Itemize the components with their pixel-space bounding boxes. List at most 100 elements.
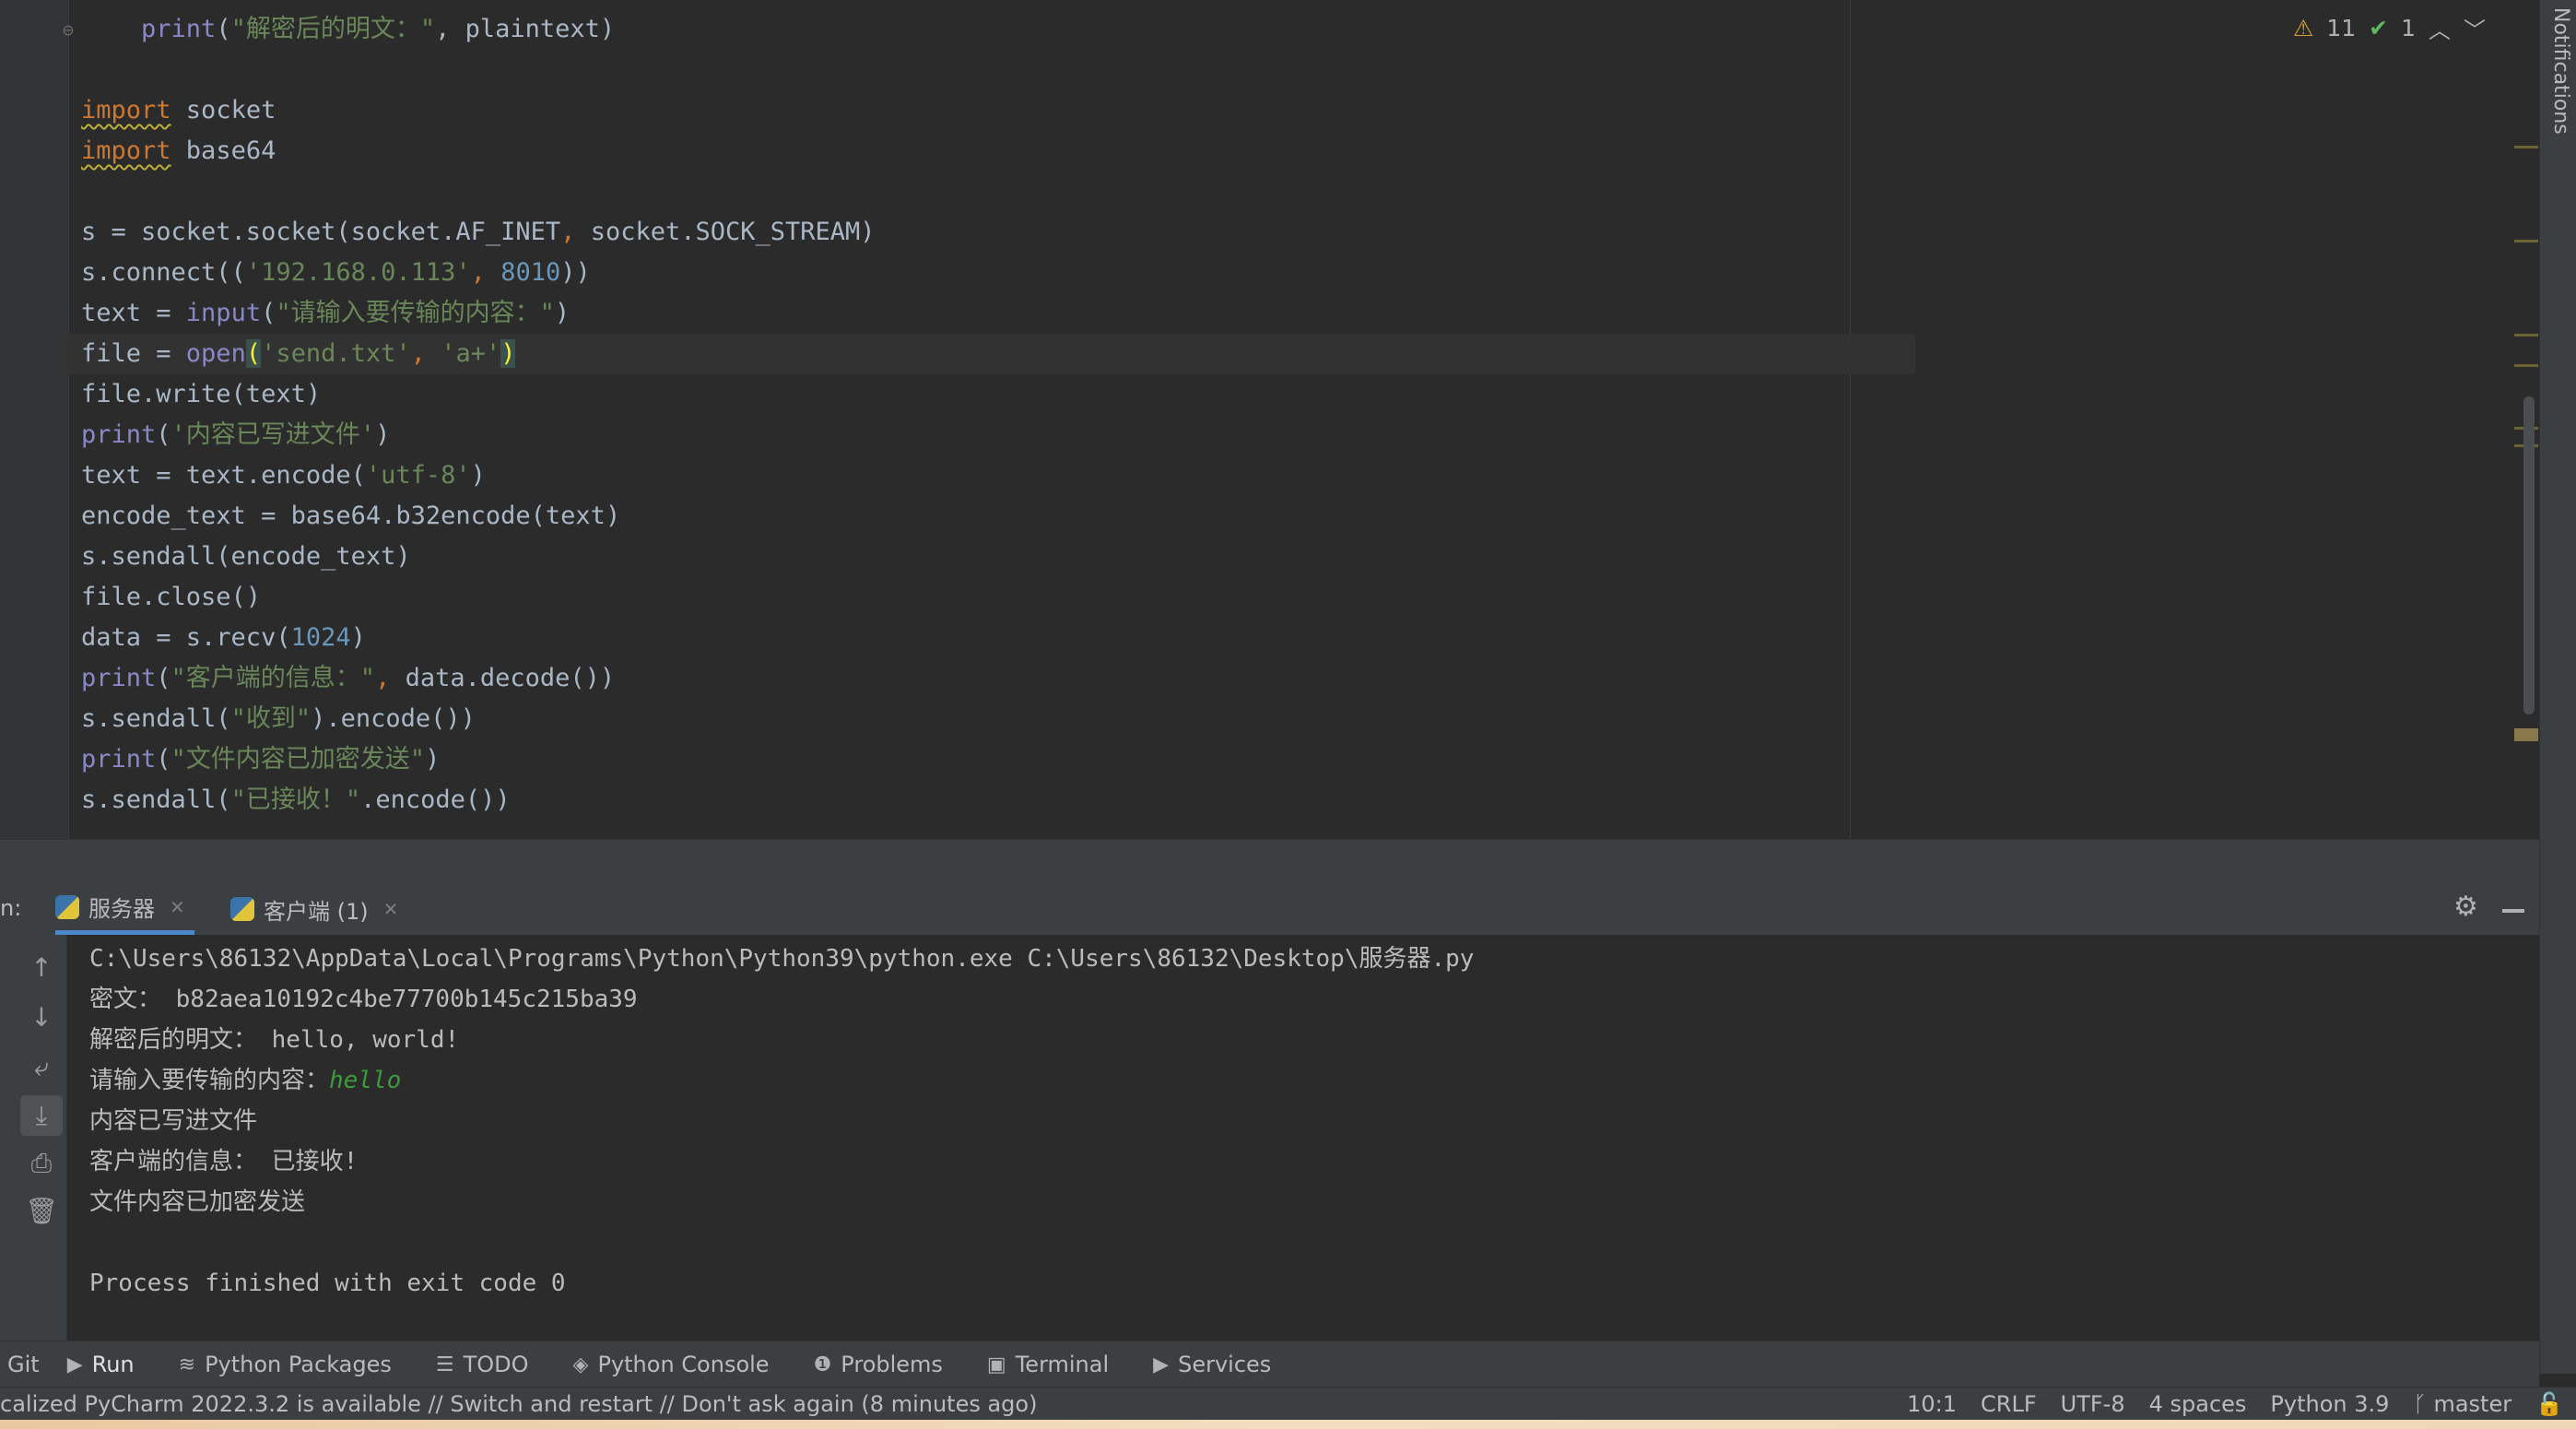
console-line: 内容已写进文件 [89, 1107, 258, 1135]
code-line[interactable]: encode_text = base64.b32encode(text) [81, 496, 1915, 537]
python-console-icon: ◈ [572, 1352, 589, 1376]
tool-label: Terminal [1015, 1352, 1110, 1377]
gear-icon[interactable]: ⚙ [2453, 891, 2478, 923]
code-line[interactable]: file.write(text) [81, 374, 1915, 415]
arrow-down-icon[interactable]: ↓ [20, 998, 63, 1038]
tool-label: Services [1178, 1352, 1272, 1377]
editor-gutter[interactable]: ⊖ [0, 0, 75, 839]
code-line[interactable]: s.sendall("收到").encode()) [81, 699, 1915, 739]
string-literal: "解密后的明文：" [230, 15, 436, 43]
run-tab-client[interactable]: 客户端 (1) ✕ [230, 883, 398, 935]
code-area[interactable]: print("解密后的明文：", plaintext) import socke… [68, 9, 1915, 821]
todo-icon: ☰ [435, 1352, 454, 1376]
console-line: Process finished with exit code 0 [89, 1270, 566, 1297]
code-line[interactable]: s = socket.socket(socket.AF_INET, socket… [81, 212, 1915, 253]
stripe-marker[interactable] [2514, 728, 2538, 741]
run-tab-server[interactable]: 服务器 ✕ [55, 883, 194, 935]
inspection-widget[interactable]: ⚠ 11 ✔ 1 ︿ ﹀ [2292, 12, 2486, 44]
code-line-current[interactable]: file = open('send.txt', 'a+') [68, 334, 1915, 374]
file-encoding[interactable]: UTF-8 [2061, 1388, 2125, 1421]
tool-python-packages[interactable]: ≋ Python Packages [179, 1352, 392, 1377]
run-console[interactable]: C:\Users\86132\AppData\Local\Programs\Py… [67, 935, 2539, 1340]
code-line[interactable]: s.connect(('192.168.0.113', 8010)) [81, 253, 1915, 293]
lock-icon[interactable]: 🔓 [2535, 1388, 2563, 1421]
code-line[interactable]: s.sendall("已接收！".encode()) [81, 780, 1915, 821]
tool-label: Python Console [597, 1352, 770, 1377]
console-line: 解密后的明文： hello, world! [89, 1026, 460, 1054]
warning-icon: ⚠ [2292, 14, 2314, 41]
tool-terminal[interactable]: ▣ Terminal [987, 1352, 1109, 1377]
python-file-icon [230, 897, 254, 921]
tool-label: Git [7, 1352, 40, 1377]
tool-problems[interactable]: ❶ Problems [814, 1352, 943, 1377]
tool-label: Problems [841, 1352, 943, 1377]
stripe-marker[interactable] [2514, 146, 2538, 148]
previous-highlight-icon[interactable]: ︿ [2429, 12, 2451, 44]
terminal-icon: ▣ [986, 1352, 1006, 1376]
panel-splitter[interactable] [0, 839, 2539, 884]
code-line[interactable]: file.close() [81, 577, 1915, 618]
caret-position[interactable]: 10:1 [1907, 1388, 1957, 1421]
tool-python-console[interactable]: ◈ Python Console [573, 1352, 770, 1377]
soft-wrap-icon[interactable]: ⤶ [20, 1047, 63, 1088]
python-file-icon [55, 894, 79, 919]
console-toolbar: ↑ ↓ ⤶ ⤓ ⎙ 🗑 [0, 935, 67, 1340]
scroll-to-end-icon[interactable]: ⤓ [20, 1095, 63, 1136]
run-tool-title: n: [0, 895, 22, 921]
interpreter-selector[interactable]: Python 3.9 [2270, 1388, 2389, 1421]
code-line[interactable] [81, 171, 1915, 212]
notifications-label[interactable]: Notifications [2549, 7, 2572, 135]
code-line[interactable]: data = s.recv(1024) [81, 618, 1915, 658]
code-line[interactable]: import base64 [81, 131, 1915, 171]
code-line[interactable]: print("客户端的信息：", data.decode()) [81, 658, 1915, 699]
console-line: 密文： b82aea10192c4be77700b145c215ba39 [89, 986, 638, 1013]
print-icon[interactable]: ⎙ [20, 1143, 63, 1184]
branch-icon: ᚴ [2413, 1391, 2427, 1417]
warning-count: 11 [2326, 14, 2357, 41]
stripe-marker[interactable] [2514, 240, 2538, 242]
code-line[interactable]: s.sendall(encode_text) [81, 537, 1915, 577]
tool-services[interactable]: ▶ Services [1153, 1352, 1271, 1377]
minimize-icon[interactable] [2502, 909, 2524, 913]
code-line[interactable]: text = input("请输入要传输的内容：") [81, 293, 1915, 334]
console-line: 文件内容已加密发送 [89, 1188, 306, 1216]
services-icon: ▶ [1153, 1352, 1170, 1376]
packages-icon: ≋ [178, 1352, 196, 1376]
tool-git[interactable]: Git [7, 1352, 40, 1377]
vcs-branch[interactable]: ᚴ master [2413, 1388, 2511, 1421]
code-line[interactable] [81, 50, 1915, 90]
run-tab-label: 服务器 [88, 896, 155, 922]
fold-marker-icon[interactable]: ⊖ [61, 20, 76, 41]
tool-run[interactable]: ▶ Run [67, 1352, 135, 1377]
line-separator[interactable]: CRLF [1981, 1388, 2037, 1421]
code-line[interactable]: text = text.encode('utf-8') [81, 455, 1915, 496]
stripe-marker[interactable] [2514, 334, 2538, 337]
console-line: C:\Users\86132\AppData\Local\Programs\Py… [89, 945, 1475, 973]
status-bar: calized PyCharm 2022.3.2 is available //… [0, 1387, 2576, 1421]
tool-window-bar: Git ▶ Run ≋ Python Packages ☰ TODO ◈ Pyt… [0, 1340, 2539, 1388]
stripe-marker[interactable] [2514, 364, 2538, 367]
close-icon[interactable]: ✕ [383, 898, 399, 920]
arrow-up-icon[interactable]: ↑ [20, 948, 63, 988]
indent-setting[interactable]: 4 spaces [2149, 1388, 2247, 1421]
code-editor[interactable]: ⊖ print("解密后的明文：", plaintext) import soc… [0, 0, 2539, 839]
code-line[interactable]: print('内容已写进文件') [81, 415, 1915, 455]
close-icon[interactable]: ✕ [170, 896, 185, 918]
console-prompt: 请输入要传输的内容： [89, 1067, 330, 1094]
next-highlight-icon[interactable]: ﹀ [2464, 12, 2486, 44]
tool-label: TODO [463, 1352, 529, 1377]
typo-count: 1 [2401, 14, 2416, 41]
code-line[interactable]: import socket [81, 90, 1915, 131]
trash-icon[interactable]: 🗑 [20, 1191, 63, 1232]
editor-scrollbar[interactable] [2523, 396, 2535, 714]
problems-icon: ❶ [813, 1352, 832, 1376]
update-notification[interactable]: calized PyCharm 2022.3.2 is available //… [0, 1388, 1037, 1421]
code-line[interactable]: print("解密后的明文：", plaintext) [81, 9, 1915, 50]
code-line[interactable]: print("文件内容已加密发送") [81, 739, 1915, 780]
notifications-strip[interactable] [2539, 0, 2576, 1374]
run-icon: ▶ [66, 1352, 83, 1376]
tool-label: Python Packages [205, 1352, 392, 1377]
tool-todo[interactable]: ☰ TODO [436, 1352, 529, 1377]
console-user-input: hello [329, 1067, 402, 1094]
